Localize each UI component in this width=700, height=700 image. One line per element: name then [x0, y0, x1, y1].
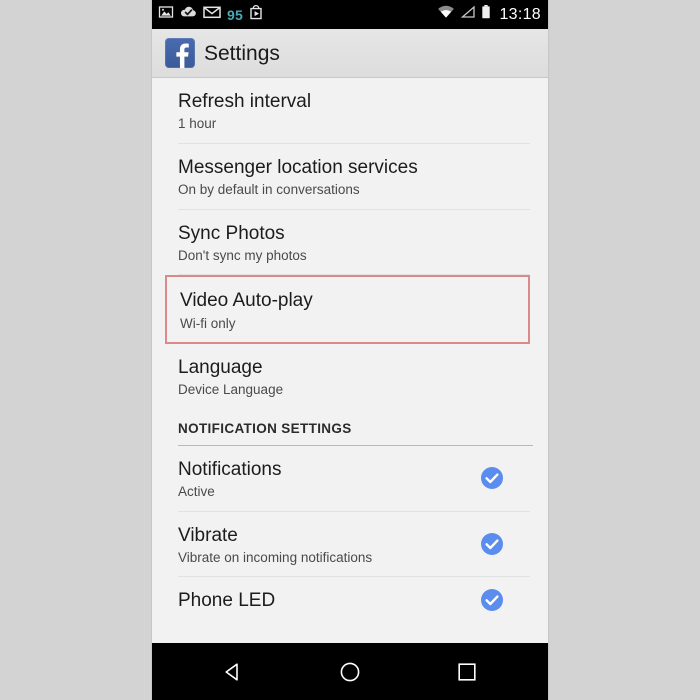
- settings-row-language[interactable]: Language Device Language: [152, 344, 548, 409]
- battery-icon: [481, 4, 491, 25]
- settings-row-messenger-location-services[interactable]: Messenger location services On by defaul…: [152, 143, 548, 209]
- home-icon[interactable]: [326, 652, 374, 692]
- page-title: Settings: [204, 41, 280, 65]
- unread-count: 95: [227, 6, 243, 23]
- settings-row-sync-photos[interactable]: Sync Photos Don't sync my photos: [152, 209, 548, 275]
- settings-row-video-auto-play[interactable]: Video Auto-play Wi-fi only: [165, 275, 530, 345]
- settings-row-vibrate[interactable]: Vibrate Vibrate on incoming notification…: [152, 511, 548, 577]
- row-title: Messenger location services: [178, 156, 418, 178]
- status-bar: 95 13:18: [152, 0, 548, 29]
- status-bar-clock: 13:18: [499, 5, 541, 23]
- row-subtitle: Wi-fi only: [180, 315, 236, 331]
- cloud-check-icon: [180, 4, 197, 25]
- settings-row-phone-led[interactable]: Phone LED: [152, 577, 548, 623]
- wifi-icon: [437, 5, 455, 24]
- back-icon[interactable]: [209, 652, 257, 692]
- settings-row-refresh-interval[interactable]: Refresh interval 1 hour: [152, 78, 548, 143]
- row-subtitle: Device Language: [178, 382, 284, 398]
- signal-icon: [460, 5, 476, 24]
- recents-icon[interactable]: [443, 652, 491, 692]
- play-store-icon: [249, 4, 263, 25]
- check-icon[interactable]: [480, 532, 504, 556]
- android-nav-bar: [152, 643, 548, 700]
- image-icon: [158, 4, 174, 25]
- envelope-icon: [203, 5, 221, 24]
- status-bar-left: 95: [158, 4, 263, 25]
- check-icon[interactable]: [480, 466, 504, 490]
- section-header-notification-settings: NOTIFICATION SETTINGS: [178, 420, 352, 436]
- row-title: Language: [178, 357, 263, 379]
- row-subtitle: 1 hour: [178, 116, 217, 132]
- app-bar: Settings: [152, 29, 548, 78]
- row-title: Video Auto-play: [180, 290, 313, 312]
- row-subtitle: On by default in conversations: [178, 182, 360, 198]
- phone-screen: 95 13:18 Settings Refresh interval 1 hou…: [152, 0, 548, 700]
- row-title: Refresh interval: [178, 91, 312, 112]
- status-bar-right: 13:18: [437, 4, 541, 25]
- facebook-logo: [165, 38, 195, 68]
- check-icon[interactable]: [480, 588, 504, 612]
- settings-row-notifications[interactable]: Notifications Active: [152, 445, 548, 511]
- settings-list[interactable]: Refresh interval 1 hour Messenger locati…: [152, 78, 548, 643]
- row-title: Sync Photos: [178, 222, 285, 244]
- row-subtitle: Don't sync my photos: [178, 247, 307, 263]
- screenshot-stage: 95 13:18 Settings Refresh interval 1 hou…: [0, 0, 700, 700]
